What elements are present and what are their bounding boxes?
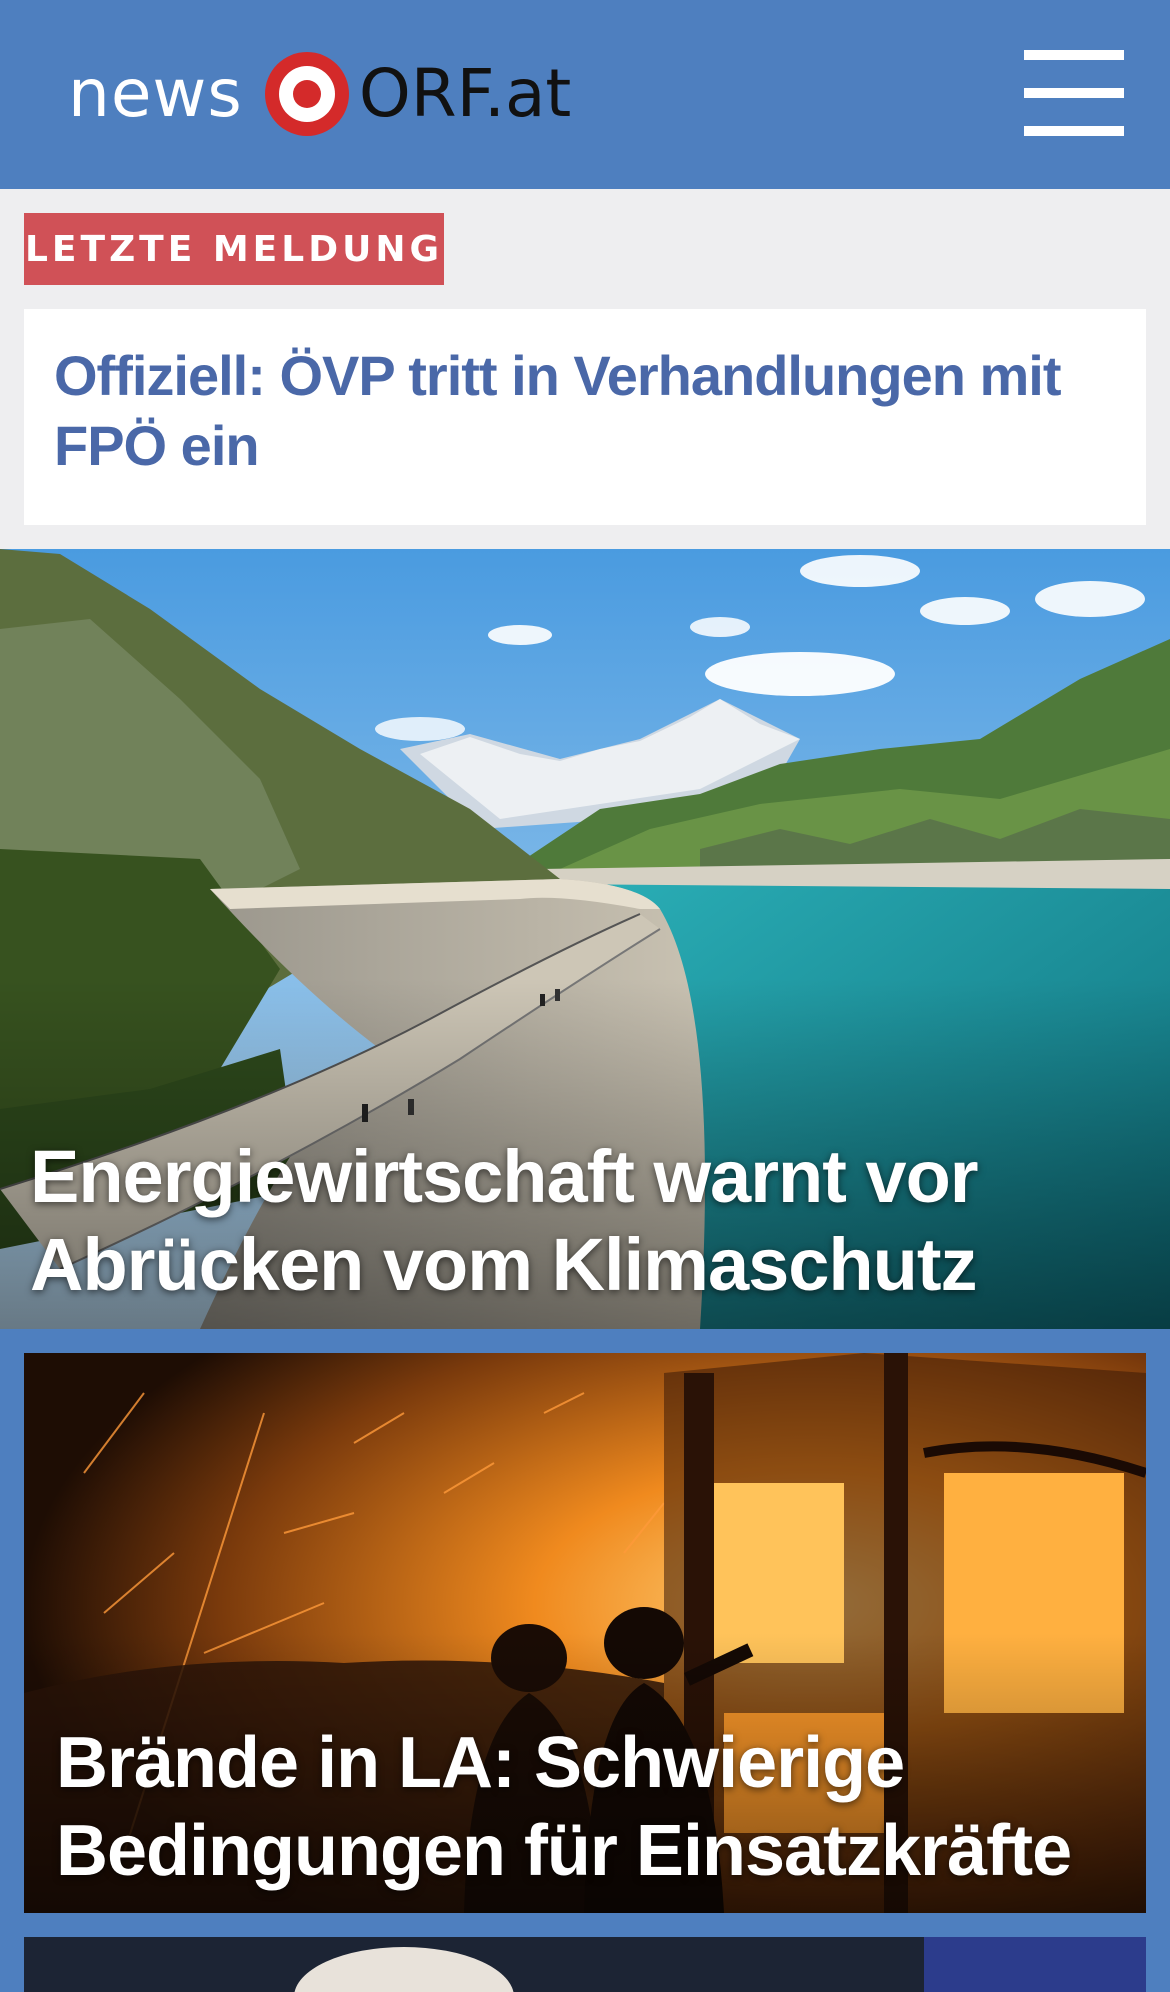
logo-news-text: news (68, 55, 243, 132)
menu-bar (1024, 50, 1124, 60)
breaking-news-badge: LETZTE MELDUNG (24, 213, 444, 285)
orf-eye-logo-icon (264, 52, 349, 136)
story-headline[interactable]: Energiewirtschaft warnt vor Abrücken vom… (30, 1133, 1130, 1309)
news-orf-logo[interactable]: news ORF.at (68, 48, 571, 140)
menu-bar (1024, 88, 1124, 98)
breaking-news-headline[interactable]: Offiziell: ÖVP tritt in Verhandlungen mi… (54, 344, 1061, 477)
story-card-energy[interactable]: Energiewirtschaft warnt vor Abrücken vom… (0, 549, 1170, 1329)
menu-bar (1024, 126, 1124, 136)
story-headline[interactable]: Brände in LA: Schwierige Bedingungen für… (56, 1719, 1116, 1895)
story-card-next[interactable] (24, 1937, 1146, 1992)
next-story-image (24, 1937, 1146, 1992)
site-header: news ORF.at (0, 0, 1170, 189)
story-card-fires[interactable]: Brände in LA: Schwierige Bedingungen für… (24, 1353, 1146, 1913)
logo-orf-text: ORF.at (358, 55, 572, 132)
breaking-news-card[interactable]: Offiziell: ÖVP tritt in Verhandlungen mi… (24, 309, 1146, 525)
hamburger-menu-icon[interactable] (1024, 50, 1124, 136)
